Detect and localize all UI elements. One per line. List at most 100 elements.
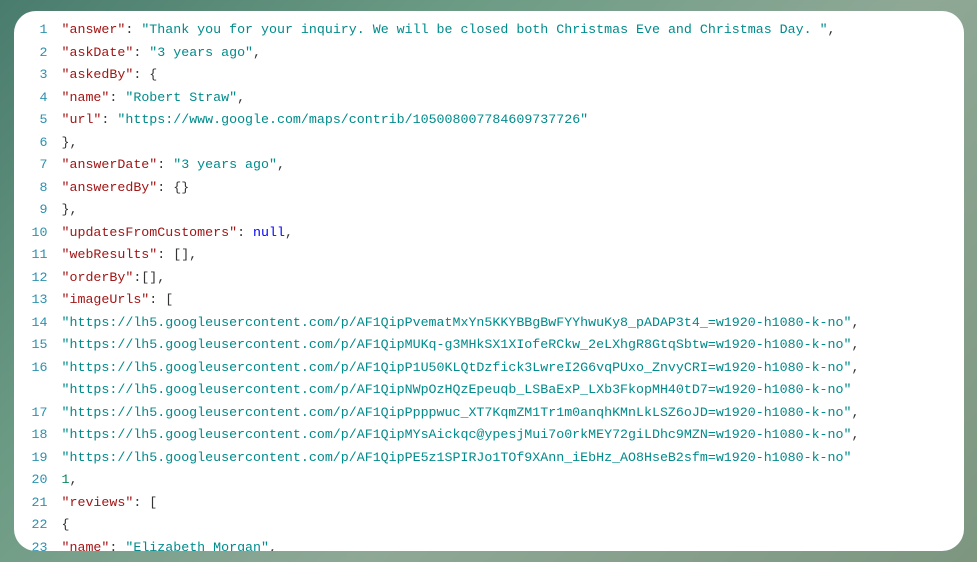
code-panel: 1"answer": "Thank you for your inquiry. … (14, 11, 964, 551)
line-content[interactable]: "answeredBy": {} (62, 177, 964, 200)
code-line: 1"answer": "Thank you for your inquiry. … (14, 19, 964, 42)
token-string: "https://www.google.com/maps/contrib/105… (117, 112, 588, 127)
token-punct: , (285, 225, 293, 240)
line-content[interactable]: "updatesFromCustomers": null, (62, 222, 964, 245)
token-punct: , (851, 315, 859, 330)
code-line: 7"answerDate": "3 years ago", (14, 154, 964, 177)
code-line: 8"answeredBy": {} (14, 177, 964, 200)
line-number: 4 (14, 87, 62, 110)
code-line: 17"https://lh5.googleusercontent.com/p/A… (14, 402, 964, 425)
token-punct: , (69, 472, 77, 487)
token-string: "https://lh5.googleusercontent.com/p/AF1… (62, 382, 852, 397)
line-content[interactable]: "https://lh5.googleusercontent.com/p/AF1… (62, 402, 964, 425)
line-content[interactable]: "answer": "Thank you for your inquiry. W… (62, 19, 964, 42)
token-key: "webResults" (62, 247, 158, 262)
token-punct: : { (133, 67, 157, 82)
token-key: "updatesFromCustomers" (62, 225, 238, 240)
line-content[interactable]: "webResults": [], (62, 244, 964, 267)
line-content[interactable]: "imageUrls": [ (62, 289, 964, 312)
code-line: 19"https://lh5.googleusercontent.com/p/A… (14, 447, 964, 470)
line-number: 20 (14, 469, 62, 492)
line-content[interactable]: "name": "Elizabeth Morgan", (62, 537, 964, 552)
code-line: 14"https://lh5.googleusercontent.com/p/A… (14, 312, 964, 335)
token-key: "askedBy" (62, 67, 134, 82)
token-key: "name" (62, 90, 110, 105)
line-number: 2 (14, 42, 62, 65)
line-number: 16 (14, 357, 62, 380)
token-key: "answer" (62, 22, 126, 37)
code-line: 18"https://lh5.googleusercontent.com/p/A… (14, 424, 964, 447)
token-string: "Thank you for your inquiry. We will be … (141, 22, 827, 37)
line-content[interactable]: "https://lh5.googleusercontent.com/p/AF1… (62, 357, 964, 380)
line-content[interactable]: "name": "Robert Straw", (62, 87, 964, 110)
line-number: 3 (14, 64, 62, 87)
code-line: 11"webResults": [], (14, 244, 964, 267)
token-string: "https://lh5.googleusercontent.com/p/AF1… (62, 337, 852, 352)
line-number: 7 (14, 154, 62, 177)
token-key: "imageUrls" (62, 292, 150, 307)
line-content[interactable]: "url": "https://www.google.com/maps/cont… (62, 109, 964, 132)
token-punct: , (828, 22, 836, 37)
token-punct: , (851, 405, 859, 420)
token-punct: , (277, 157, 285, 172)
token-key: "answeredBy" (62, 180, 158, 195)
line-content[interactable]: }, (62, 199, 964, 222)
line-content[interactable]: { (62, 514, 964, 537)
line-content[interactable]: "https://lh5.googleusercontent.com/p/AF1… (62, 424, 964, 447)
code-line: 3"askedBy": { (14, 64, 964, 87)
token-string: "Robert Straw" (125, 90, 237, 105)
token-key: "reviews" (62, 495, 134, 510)
code-line: 22{ (14, 514, 964, 537)
line-content[interactable]: "https://lh5.googleusercontent.com/p/AF1… (62, 447, 964, 470)
code-line: 15"https://lh5.googleusercontent.com/p/A… (14, 334, 964, 357)
token-key: "name" (62, 540, 110, 552)
token-punct: : {} (157, 180, 189, 195)
token-punct: }, (62, 202, 78, 217)
line-number: 8 (14, 177, 62, 200)
line-content[interactable]: "https://lh5.googleusercontent.com/p/AF1… (62, 334, 964, 357)
line-number: 22 (14, 514, 62, 537)
code-line: 16"https://lh5.googleusercontent.com/p/A… (14, 357, 964, 380)
line-content[interactable]: 1, (62, 469, 964, 492)
code-line: 2"askDate": "3 years ago", (14, 42, 964, 65)
line-number: 13 (14, 289, 62, 312)
line-content[interactable]: }, (62, 132, 964, 155)
token-punct: : (101, 112, 117, 127)
token-punct: : [], (157, 247, 197, 262)
line-content[interactable]: "answerDate": "3 years ago", (62, 154, 964, 177)
line-number: 18 (14, 424, 62, 447)
line-content[interactable]: "https://lh5.googleusercontent.com/p/AF1… (62, 379, 964, 402)
code-line: "https://lh5.googleusercontent.com/p/AF1… (14, 379, 964, 402)
token-punct: : (157, 157, 173, 172)
line-content[interactable]: "reviews": [ (62, 492, 964, 515)
line-content[interactable]: "orderBy":[], (62, 267, 964, 290)
line-number: 10 (14, 222, 62, 245)
code-line: 10"updatesFromCustomers": null, (14, 222, 964, 245)
token-punct: : (109, 90, 125, 105)
line-content[interactable]: "askDate": "3 years ago", (62, 42, 964, 65)
token-string: "https://lh5.googleusercontent.com/p/AF1… (62, 315, 852, 330)
token-punct: , (253, 45, 261, 60)
line-number: 17 (14, 402, 62, 425)
code-line: 6}, (14, 132, 964, 155)
token-punct: :[], (133, 270, 165, 285)
code-line: 12"orderBy":[], (14, 267, 964, 290)
token-string: "https://lh5.googleusercontent.com/p/AF1… (62, 427, 852, 442)
line-content[interactable]: "askedBy": { (62, 64, 964, 87)
token-punct: { (62, 517, 70, 532)
token-string: "https://lh5.googleusercontent.com/p/AF1… (62, 360, 852, 375)
token-punct: : (109, 540, 125, 552)
code-line: 9}, (14, 199, 964, 222)
line-number: 14 (14, 312, 62, 335)
line-content[interactable]: "https://lh5.googleusercontent.com/p/AF1… (62, 312, 964, 335)
line-number: 11 (14, 244, 62, 267)
code-line: 5"url": "https://www.google.com/maps/con… (14, 109, 964, 132)
token-punct: , (851, 427, 859, 442)
code-line: 4"name": "Robert Straw", (14, 87, 964, 110)
token-punct: : (133, 45, 149, 60)
code-line: 21"reviews": [ (14, 492, 964, 515)
token-null: null (253, 225, 285, 240)
token-punct: , (237, 90, 245, 105)
line-number: 19 (14, 447, 62, 470)
token-key: "orderBy" (62, 270, 134, 285)
